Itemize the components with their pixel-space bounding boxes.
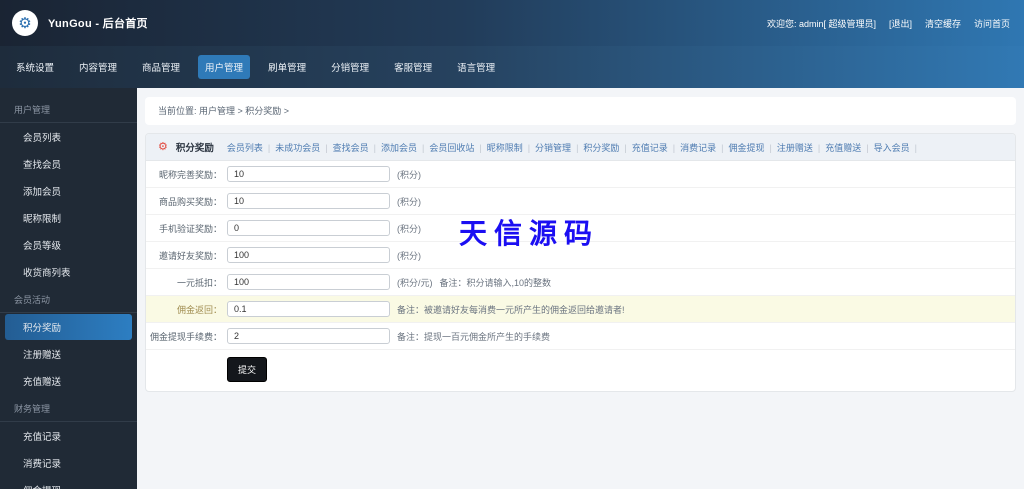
field-suffix: (积分) — [397, 196, 421, 207]
panel-title: 积分奖励 — [175, 143, 214, 154]
points-reward-form: 昵称完善奖励： (积分) 商品购买奖励： (积分) 手机验证奖励： (积分) 邀… — [146, 161, 1015, 391]
field-remark: 备注：被邀请好友每消费一元所产生的佣金返回给邀请者! — [397, 304, 625, 315]
quick-links: 会员列表未成功会员查找会员添加会员会员回收站昵称限制分销管理积分奖励充值记录消费… — [227, 141, 922, 154]
field-label: 佣金返回： — [176, 304, 222, 315]
nav-tab-language-mgmt[interactable]: 语言管理 — [450, 55, 502, 79]
tab-link[interactable]: 注册赠送 — [777, 143, 825, 153]
withdraw-fee-input[interactable] — [227, 328, 390, 344]
form-row: 佣金返回： 备注：被邀请好友每消费一元所产生的佣金返回给邀请者! — [146, 296, 1015, 323]
welcome-text: 欢迎您: admin[ 超级管理员] — [766, 18, 876, 29]
app-title: YunGou - 后台首页 — [48, 18, 148, 30]
clear-cache-link[interactable]: 清空缓存 — [925, 17, 961, 30]
purchase-reward-input[interactable] — [227, 193, 390, 209]
form-row: 佣金提现手续费： 备注：提现一百元佣金所产生的手续费 — [146, 323, 1015, 350]
tab-link[interactable]: 会员回收站 — [429, 143, 486, 153]
points-reward-panel: ⚙ 积分奖励 会员列表未成功会员查找会员添加会员会员回收站昵称限制分销管理积分奖… — [145, 133, 1016, 392]
field-remark: 备注：积分请输入,10的整数 — [439, 277, 552, 288]
field-label: 昵称完善奖励： — [158, 169, 222, 180]
field-label: 一元抵扣： — [176, 277, 222, 288]
nav-tab-system-settings[interactable]: 系统设置 — [9, 55, 61, 79]
sidebar-item-register-gift[interactable]: 注册赠送 — [5, 341, 132, 367]
commission-return-input[interactable] — [227, 301, 390, 317]
sidebar-item-member-list[interactable]: 会员列表 — [5, 124, 132, 150]
nav-tab-customer-service-mgmt[interactable]: 客服管理 — [387, 55, 439, 79]
submit-row: 提交 — [146, 350, 1015, 391]
tab-link[interactable]: 充值记录 — [632, 143, 680, 153]
phone-verify-reward-input[interactable] — [227, 220, 390, 236]
sidebar-item-recharge-records[interactable]: 充值记录 — [5, 423, 132, 449]
sidebar-item-commission-withdraw[interactable]: 佣金提现 — [5, 477, 132, 489]
sidebar-item-nickname-limit[interactable]: 昵称限制 — [5, 205, 132, 231]
invite-friend-reward-input[interactable] — [227, 247, 390, 263]
sidebar-section-user-mgmt: 用户管理 — [0, 96, 137, 123]
field-label: 佣金提现手续费： — [149, 331, 222, 342]
nav-tab-user-mgmt[interactable]: 用户管理 — [198, 55, 251, 79]
nav-tab-content-mgmt[interactable]: 内容管理 — [72, 55, 124, 79]
form-row: 手机验证奖励： (积分) — [146, 215, 1015, 242]
tab-link[interactable]: 充值赠送 — [825, 143, 873, 153]
tab-link[interactable]: 未成功会员 — [275, 143, 332, 153]
sidebar-item-add-member[interactable]: 添加会员 — [5, 178, 132, 204]
field-suffix: (积分) — [397, 169, 421, 180]
field-label: 邀请好友奖励： — [158, 250, 222, 261]
sidebar-section-member-activity: 会员活动 — [0, 286, 137, 313]
tab-link[interactable]: 分销管理 — [535, 143, 583, 153]
tab-link[interactable]: 查找会员 — [333, 143, 381, 153]
nav-tab-product-mgmt[interactable]: 商品管理 — [135, 55, 187, 79]
field-suffix: (积分) — [397, 250, 421, 261]
tab-link[interactable]: 添加会员 — [381, 143, 429, 153]
header-user-area: 欢迎您: admin[ 超级管理员] [退出] 清空缓存 访问首页 — [767, 17, 1010, 30]
logout-link[interactable]: [退出] — [889, 17, 912, 30]
gear-logo-icon: ⚙ — [12, 10, 38, 36]
form-row: 一元抵扣： (积分/元) 备注：积分请输入,10的整数 — [146, 269, 1015, 296]
sidebar-item-points-reward[interactable]: 积分奖励 — [5, 314, 132, 340]
sidebar-item-find-member[interactable]: 查找会员 — [5, 151, 132, 177]
sidebar-item-member-level[interactable]: 会员等级 — [5, 232, 132, 258]
form-row: 邀请好友奖励： (积分) — [146, 242, 1015, 269]
submit-button[interactable]: 提交 — [227, 357, 268, 382]
panel-tabbar: ⚙ 积分奖励 会员列表未成功会员查找会员添加会员会员回收站昵称限制分销管理积分奖… — [146, 134, 1015, 161]
tab-link[interactable]: 昵称限制 — [487, 143, 535, 153]
tab-link[interactable]: 消费记录 — [680, 143, 728, 153]
sidebar-section-finance-mgmt: 财务管理 — [0, 395, 137, 422]
field-suffix: (积分/元) — [397, 277, 433, 288]
field-suffix: (积分) — [397, 223, 421, 234]
sidebar-item-recharge-gift[interactable]: 充值赠送 — [5, 368, 132, 394]
field-label: 手机验证奖励： — [158, 223, 222, 234]
tab-link[interactable]: 导入会员 — [874, 143, 922, 153]
tab-link[interactable]: 积分奖励 — [583, 143, 631, 153]
breadcrumb: 当前位置: 用户管理 > 积分奖励 > — [145, 97, 1016, 125]
tab-link[interactable]: 佣金提现 — [728, 143, 776, 153]
field-remark: 备注：提现一百元佣金所产生的手续费 — [397, 331, 551, 342]
sidebar: 用户管理 会员列表 查找会员 添加会员 昵称限制 会员等级 收货商列表 会员活动… — [0, 88, 137, 489]
main-nav: 系统设置 内容管理 商品管理 用户管理 刷单管理 分销管理 客服管理 语言管理 — [0, 46, 1024, 88]
nav-tab-order-brush-mgmt[interactable]: 刷单管理 — [261, 55, 313, 79]
one-yuan-deduct-input[interactable] — [227, 274, 390, 290]
top-header: ⚙ YunGou - 后台首页 欢迎您: admin[ 超级管理员] [退出] … — [0, 0, 1024, 46]
sidebar-item-receiver-list[interactable]: 收货商列表 — [5, 259, 132, 285]
sidebar-item-consume-records[interactable]: 消费记录 — [5, 450, 132, 476]
visit-home-link[interactable]: 访问首页 — [974, 17, 1010, 30]
nickname-complete-reward-input[interactable] — [227, 166, 390, 182]
main-content: 当前位置: 用户管理 > 积分奖励 > ⚙ 积分奖励 会员列表未成功会员查找会员… — [137, 88, 1024, 489]
field-label: 商品购买奖励： — [158, 196, 222, 207]
form-row: 昵称完善奖励： (积分) — [146, 161, 1015, 188]
gear-icon: ⚙ — [158, 140, 168, 153]
app-logo: ⚙ YunGou - 后台首页 — [12, 10, 148, 36]
form-row: 商品购买奖励： (积分) — [146, 188, 1015, 215]
tab-link[interactable]: 会员列表 — [227, 143, 275, 153]
nav-tab-distribution-mgmt[interactable]: 分销管理 — [324, 55, 376, 79]
